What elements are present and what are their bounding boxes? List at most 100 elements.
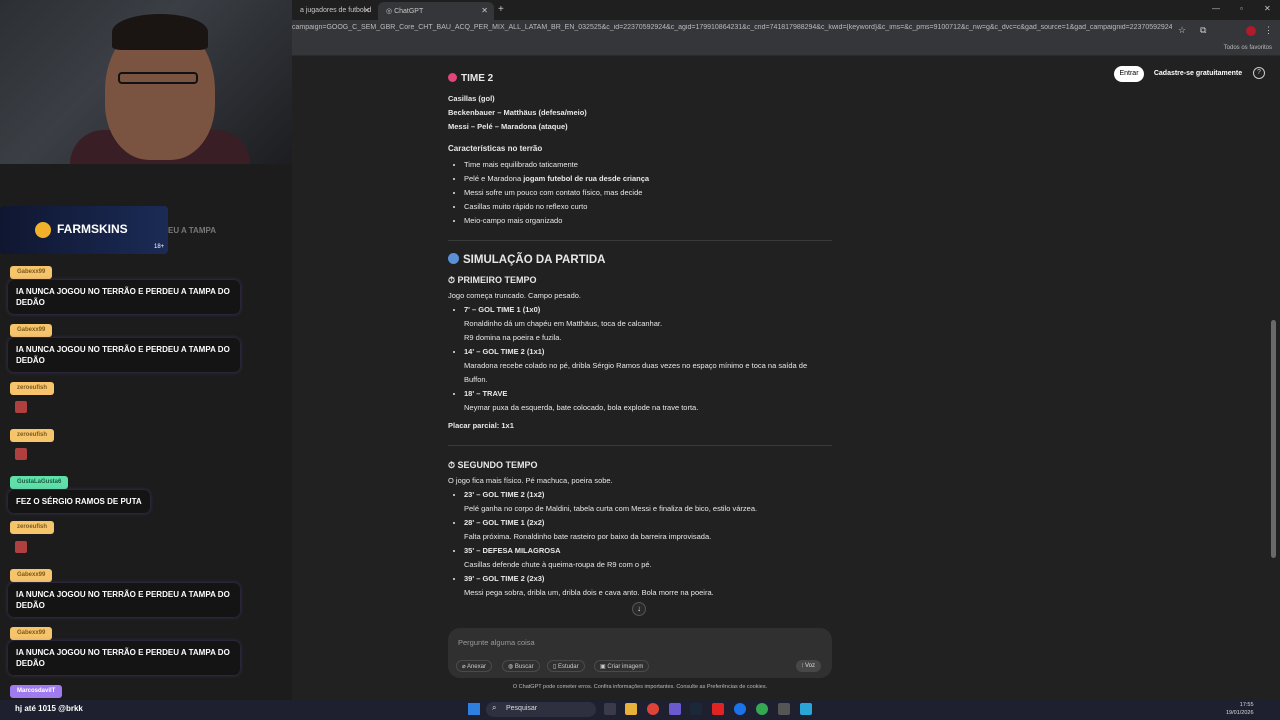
chat-username: zeroeufish xyxy=(10,382,55,395)
emote-icon xyxy=(15,541,27,553)
sponsor-name: FARMSKINS xyxy=(57,222,128,236)
scroll-down-icon[interactable]: ↓ xyxy=(632,602,646,616)
windows-start-icon[interactable] xyxy=(468,703,480,715)
extensions-icon[interactable]: ⧉ xyxy=(1200,25,1206,36)
age-badge: 18+ xyxy=(154,244,165,250)
folder-icon[interactable] xyxy=(625,703,637,715)
chrome-icon[interactable] xyxy=(647,703,659,715)
chat-message: FEZ O SÉRGIO RAMOS DE PUTA xyxy=(8,490,150,513)
new-tab-button[interactable]: + xyxy=(498,4,504,15)
characteristics-list: Time mais equilibrado taticamente Pelé e… xyxy=(448,158,832,228)
characteristics-heading: Características no terrão xyxy=(448,144,543,153)
second-half-intro: O jogo fica mais físico. Pé machuca, poe… xyxy=(448,476,613,485)
emote-icon xyxy=(15,448,27,460)
date-text: 19/01/2026 xyxy=(1226,710,1254,716)
stopwatch-icon: ⏱ xyxy=(448,275,458,285)
event-item: 23' – GOL TIME 2 (1x2)Pelé ganha no corp… xyxy=(464,488,832,516)
edge-icon[interactable] xyxy=(734,703,746,715)
chat-username: zeroeufish xyxy=(10,521,55,534)
chat-username: GustaLaGusta6 xyxy=(10,476,69,489)
taskbar xyxy=(0,700,1280,720)
tab-label: a jugadores de futbol d xyxy=(300,7,372,14)
url-field[interactable]: campaign=GOOG_C_SEM_GBR_Core_CHT_BAU_ACQ… xyxy=(292,24,1172,38)
app-icon[interactable] xyxy=(712,703,724,715)
list-item: Messi sofre um pouco com contato físico,… xyxy=(464,186,832,200)
list-item: Time mais equilibrado taticamente xyxy=(464,158,832,172)
prompt-input[interactable]: Pergunte alguma coisa xyxy=(458,638,535,647)
event-item: 7' – GOL TIME 1 (1x0)Ronaldinho dá um ch… xyxy=(464,303,832,345)
discord-icon[interactable] xyxy=(669,703,681,715)
profile-avatar[interactable] xyxy=(1246,26,1256,36)
taskbar-search[interactable]: Pesquisar xyxy=(486,702,596,717)
event-item: 39' – GOL TIME 2 (2x3)Messi pega sobra, … xyxy=(464,572,832,600)
farmskins-logo-icon xyxy=(35,222,51,238)
close-icon[interactable]: ✕ xyxy=(363,6,370,15)
simulation-heading: SIMULAÇÃO DA PARTIDA xyxy=(448,253,832,267)
faded-chat-text: EU A TAMPA xyxy=(168,226,216,235)
star-icon[interactable]: ☆ xyxy=(1178,25,1186,36)
maximize-icon[interactable]: ▫ xyxy=(1240,4,1243,13)
list-item: Meio-campo mais organizado xyxy=(464,214,832,228)
search-icon: ⌕ xyxy=(492,703,497,712)
streamer-hair xyxy=(112,14,208,50)
study-button[interactable]: ▯ Estudar xyxy=(547,660,585,672)
chat-username: MarcosdavilT xyxy=(10,685,63,698)
help-icon[interactable]: ? xyxy=(1253,67,1265,79)
search-button[interactable]: ◍ Buscar xyxy=(502,660,540,672)
voice-button[interactable]: ⦙ Voz xyxy=(796,660,822,672)
chat-message: IA NUNCA JOGOU NO TERRÃO E PERDEU A TAMP… xyxy=(8,583,240,617)
emote-icon xyxy=(15,401,27,413)
event-item: 14' – GOL TIME 2 (1x1)Maradona recebe co… xyxy=(464,345,832,387)
chat-username: zeroeufish xyxy=(10,429,55,442)
tab-label: ChatGPT xyxy=(394,8,424,15)
signup-button[interactable]: Cadastre-se gratuitamente xyxy=(1150,66,1246,82)
task-view-icon[interactable] xyxy=(604,703,616,715)
close-icon[interactable]: ✕ xyxy=(481,6,488,15)
time2-heading: TIME 2 xyxy=(448,72,832,86)
create-image-button[interactable]: ▣ Criar imagem xyxy=(594,660,650,672)
lineup-line: Beckenbauer – Matthäus (defesa/meio) xyxy=(448,108,587,117)
first-half-heading: ⏱ PRIMEIRO TEMPO xyxy=(448,275,537,285)
chat-message: IA NUNCA JOGOU NO TERRÃO E PERDEU A TAMP… xyxy=(8,338,240,372)
minimize-icon[interactable]: — xyxy=(1212,4,1220,13)
chat-username: Gabexx99 xyxy=(10,266,53,279)
chat-message: IA NUNCA JOGOU NO TERRÃO E PERDEU A TAMP… xyxy=(8,280,240,314)
response-content: TIME 2 Casillas (gol) Beckenbauer – Matt… xyxy=(448,70,832,600)
chatgpt-logo-icon: ◎ xyxy=(386,8,395,15)
event-item: 28' – GOL TIME 1 (2x2)Falta próxima. Ron… xyxy=(464,516,832,544)
partial-score: Placar parcial: 1x1 xyxy=(448,421,514,430)
tab-chatgpt[interactable]: ◎ ChatGPT ✕ xyxy=(378,2,494,20)
settings-icon[interactable] xyxy=(778,703,790,715)
event-item: 18' – TRAVENeymar puxa da esquerda, bate… xyxy=(464,387,832,415)
lineup-line: Messi – Pelé – Maradona (ataque) xyxy=(448,122,568,131)
divider xyxy=(448,445,832,446)
login-button[interactable]: Entrar xyxy=(1114,66,1144,82)
time-text: 17:55 xyxy=(1239,702,1254,708)
clock[interactable]: 17:55 19/01/2026 xyxy=(1226,701,1254,717)
divider xyxy=(448,240,832,241)
lineup-line: Casillas (gol) xyxy=(448,94,495,103)
list-item: Pelé e Maradona jogam futebol de rua des… xyxy=(464,172,832,186)
attach-button[interactable]: ⌀ Anexar xyxy=(456,660,492,672)
menu-icon[interactable]: ⋮ xyxy=(1264,25,1273,36)
event-item: 35' – DEFESA MILAGROSACasillas defende c… xyxy=(464,544,832,572)
glasses-icon xyxy=(118,72,198,84)
all-bookmarks[interactable]: Todos os favoritos xyxy=(1224,45,1272,51)
notepad-icon[interactable] xyxy=(800,703,812,715)
steam-icon[interactable] xyxy=(690,703,702,715)
first-half-intro: Jogo começa truncado. Campo pesado. xyxy=(448,291,581,300)
first-half-events: 7' – GOL TIME 1 (1x0)Ronaldinho dá um ch… xyxy=(448,303,832,415)
second-half-events: 23' – GOL TIME 2 (1x2)Pelé ganha no corp… xyxy=(448,488,832,600)
chat-username: Gabexx99 xyxy=(10,324,53,337)
second-half-heading: ⏱ SEGUNDO TEMPO xyxy=(448,460,538,470)
stopwatch-icon: ⏱ xyxy=(448,460,458,470)
tab-jugadores[interactable]: a jugadores de futbol d ✕ xyxy=(292,2,376,20)
red-circle-icon xyxy=(448,73,457,82)
disclaimer: O ChatGPT pode cometer erros. Confira in… xyxy=(512,684,768,690)
close-window-icon[interactable]: ✕ xyxy=(1264,4,1271,13)
list-item: Casillas muito rápido no reflexo curto xyxy=(464,200,832,214)
chat-message: hj até 1015 @brkk xyxy=(15,704,83,713)
chat-username: Gabexx99 xyxy=(10,569,53,582)
scrollbar[interactable] xyxy=(1271,320,1276,558)
browser-icon[interactable] xyxy=(756,703,768,715)
